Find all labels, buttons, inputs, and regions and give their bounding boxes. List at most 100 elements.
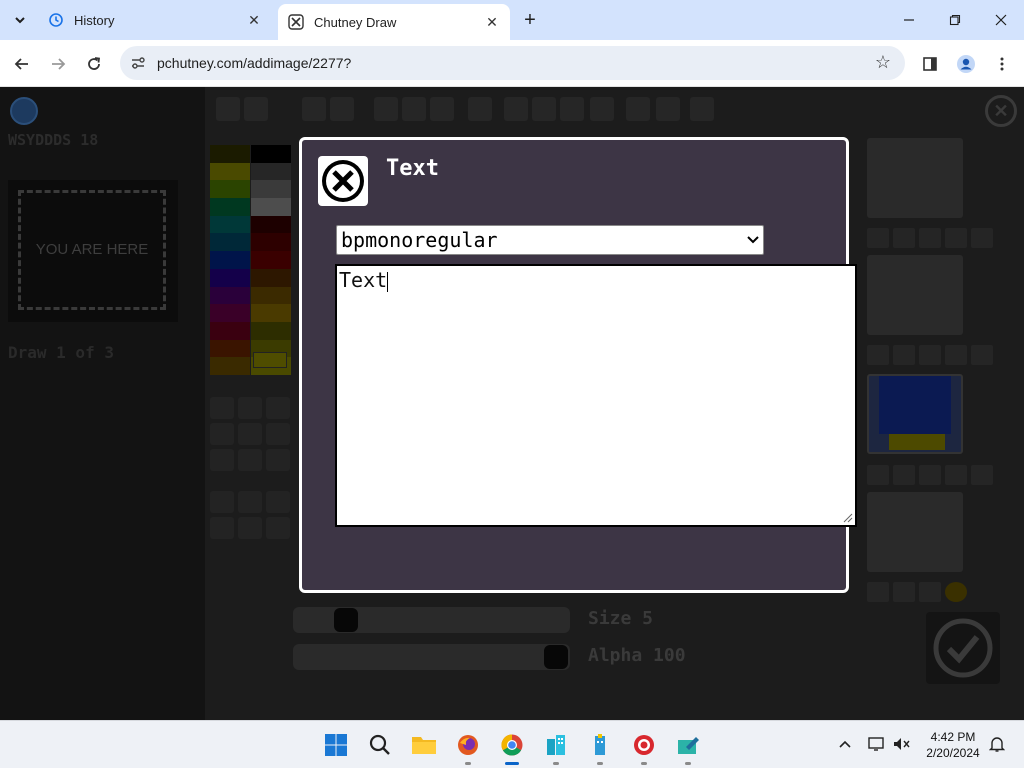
layer-thumbnail-2[interactable] (867, 255, 963, 335)
brush-tool-6[interactable] (266, 423, 290, 445)
restore-button[interactable] (932, 0, 978, 40)
palette-right-swatch-10[interactable] (251, 304, 291, 322)
layer-thumbnail-1[interactable] (867, 138, 963, 218)
tab-history[interactable]: History ✕ (38, 4, 272, 36)
reload-button[interactable] (80, 50, 108, 78)
trash-icon[interactable] (919, 465, 941, 485)
volume-muted-icon[interactable] (890, 733, 912, 755)
lock-icon[interactable] (945, 345, 967, 365)
layer-merge-icon[interactable] (867, 345, 889, 365)
merge-down-icon[interactable] (504, 97, 528, 121)
minimize-button[interactable] (886, 0, 932, 40)
close-icon[interactable]: ✕ (484, 14, 500, 30)
zoom-in-icon[interactable] (402, 97, 426, 121)
palette-right-swatch-5[interactable] (251, 215, 291, 234)
palette-left-swatch-7[interactable] (210, 251, 250, 269)
brush-tool-4[interactable] (210, 423, 234, 445)
palette-right-swatch-4[interactable] (251, 198, 291, 216)
layer-move-icon[interactable] (971, 465, 993, 485)
palette-left-swatch-10[interactable] (210, 304, 250, 322)
dialog-close-button[interactable] (318, 156, 368, 206)
brush-tool-8[interactable] (238, 449, 262, 471)
done-button[interactable] (926, 612, 1000, 684)
palette-left-swatch-12[interactable] (210, 339, 250, 358)
lock-icon[interactable] (945, 228, 967, 248)
menu-button[interactable] (988, 50, 1016, 78)
system-clock[interactable]: 4:42 PM 2/20/2024 (918, 729, 988, 761)
palette-right-swatch-11[interactable] (251, 321, 291, 340)
eye-icon[interactable] (893, 465, 915, 485)
close-editor-icon[interactable]: ✕ (985, 95, 1017, 127)
alpha-slider[interactable] (293, 644, 570, 670)
undo-icon[interactable] (302, 97, 326, 121)
brush-tool-2[interactable] (238, 397, 262, 419)
forward-button[interactable] (44, 50, 72, 78)
trash-icon[interactable] (919, 228, 941, 248)
palette-right-swatch-7[interactable] (251, 251, 291, 269)
address-bar[interactable]: pchutney.com/addimage/2277? ☆ (120, 46, 905, 80)
trash-icon[interactable] (919, 582, 941, 602)
shape-tool-1[interactable] (210, 491, 234, 513)
side-panel-button[interactable] (916, 50, 944, 78)
palette-right-swatch-2[interactable] (251, 162, 291, 181)
palette-left-swatch-5[interactable] (210, 215, 250, 234)
app-button-buildings[interactable] (540, 729, 572, 765)
redo-icon[interactable] (330, 97, 354, 121)
alpha-slider-handle[interactable] (544, 645, 568, 669)
brush-tool-9[interactable] (266, 449, 290, 471)
shape-tool-4[interactable] (210, 517, 234, 539)
layer-status-icon[interactable] (945, 582, 967, 602)
palette-right-swatch-1[interactable] (251, 145, 291, 163)
palette-left-swatch-2[interactable] (210, 162, 250, 181)
url-text[interactable]: pchutney.com/addimage/2277? (157, 55, 351, 71)
font-icon[interactable] (656, 97, 680, 121)
grid-icon[interactable] (468, 97, 492, 121)
flip-icon[interactable] (430, 97, 454, 121)
layer-merge-icon[interactable] (867, 228, 889, 248)
profile-button[interactable] (952, 50, 980, 78)
brush-tool-5[interactable] (238, 423, 262, 445)
palette-right-swatch-8[interactable] (251, 268, 291, 287)
palette-left-swatch-4[interactable] (210, 198, 250, 216)
brush-tool-1[interactable] (210, 397, 234, 419)
back-button[interactable] (8, 50, 36, 78)
shape-tool-5[interactable] (238, 517, 262, 539)
palette-left-swatch-8[interactable] (210, 268, 250, 287)
text-box-icon[interactable] (626, 97, 650, 121)
resize-grip-icon[interactable] (843, 513, 853, 523)
palette-right-swatch-6[interactable] (251, 233, 291, 252)
tab-chutney-draw[interactable]: Chutney Draw ✕ (278, 4, 510, 40)
start-button[interactable] (320, 729, 352, 761)
bucket-icon[interactable] (532, 97, 556, 121)
font-select[interactable]: bpmonoregular (336, 225, 764, 255)
shape-tool-3[interactable] (266, 491, 290, 513)
app-button-red[interactable] (628, 729, 660, 765)
no-icon[interactable] (560, 97, 584, 121)
bookmark-star-icon[interactable]: ☆ (875, 52, 891, 73)
trash-icon[interactable] (919, 345, 941, 365)
network-icon[interactable] (866, 733, 888, 755)
palette-left-swatch-1[interactable] (210, 145, 250, 163)
palette-left-swatch-6[interactable] (210, 233, 250, 252)
zoom-out-icon[interactable] (374, 97, 398, 121)
palette-left-swatch-11[interactable] (210, 321, 250, 340)
show-hidden-icons-button[interactable] (834, 733, 856, 755)
chrome-button[interactable] (496, 729, 528, 765)
layers-icon[interactable] (590, 97, 614, 121)
new-tab-button[interactable]: + (518, 8, 542, 32)
settings-icon[interactable] (244, 97, 268, 121)
search-button[interactable] (364, 729, 396, 761)
file-explorer-button[interactable] (408, 729, 440, 761)
size-slider[interactable] (293, 607, 570, 633)
app-button-tower[interactable] (584, 729, 616, 765)
eye-icon[interactable] (893, 345, 915, 365)
palette-left-swatch-13[interactable] (210, 357, 250, 375)
palette-left-swatch-3[interactable] (210, 180, 250, 199)
brush-tool-3[interactable] (266, 397, 290, 419)
site-settings-icon[interactable] (130, 55, 146, 71)
layer-thumbnail-4[interactable] (867, 492, 963, 572)
layer-merge-icon[interactable] (867, 582, 889, 602)
frame-icon[interactable] (690, 97, 714, 121)
layer-move-icon[interactable] (971, 228, 993, 248)
lock-icon[interactable] (945, 465, 967, 485)
